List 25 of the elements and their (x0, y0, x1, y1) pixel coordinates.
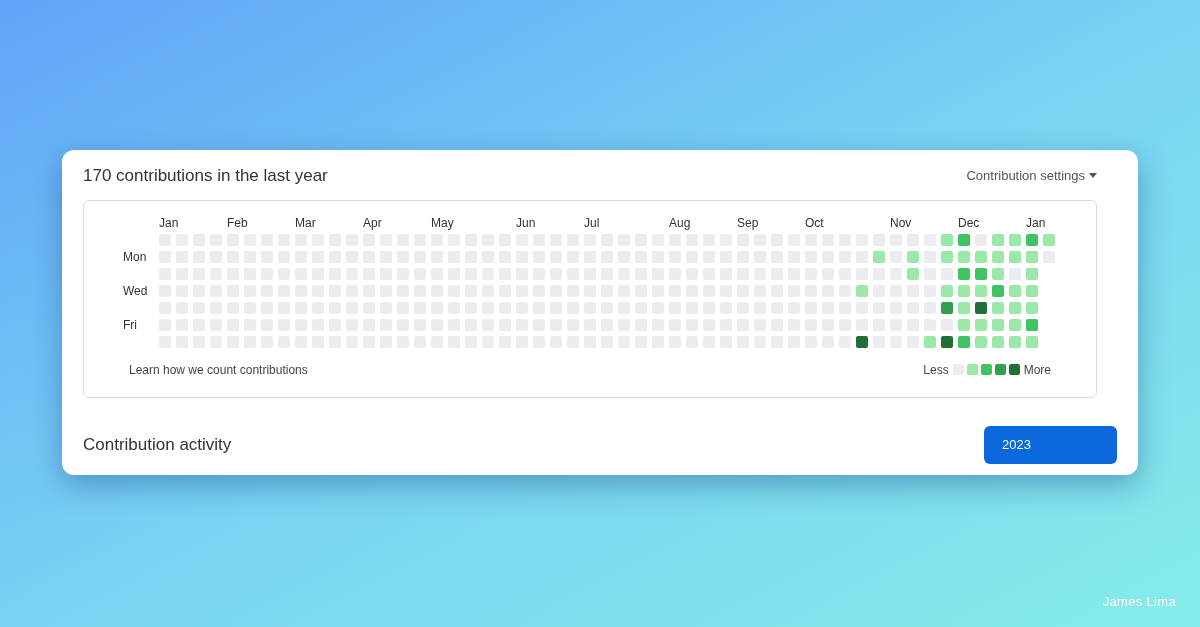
month-label: Jan (159, 215, 179, 230)
contributions-heading: 170 contributions in the last year (83, 165, 328, 187)
weekday-label: Mon (123, 250, 147, 263)
caret-down-icon (1089, 173, 1097, 179)
month-label: Sep (737, 215, 759, 230)
month-label: Feb (227, 215, 248, 230)
weekday-label: Wed (123, 284, 148, 297)
weekday-label: Fri (123, 318, 137, 331)
legend-more-label: More (1023, 361, 1051, 379)
month-label: Aug (669, 215, 691, 230)
contribution-settings-dropdown[interactable]: Contribution settings (966, 166, 1097, 186)
month-label: Mar (295, 215, 316, 230)
month-label: Nov (890, 215, 912, 230)
legend-less-label: Less (923, 361, 949, 379)
month-label: Jun (516, 215, 536, 230)
month-label: Oct (805, 215, 824, 230)
activity-heading: Contribution activity (83, 433, 232, 456)
month-label: May (431, 215, 454, 230)
year-button[interactable]: 2023 (984, 425, 1117, 464)
month-label: Dec (958, 215, 980, 230)
month-label: Apr (363, 215, 382, 230)
learn-contributions-link[interactable]: Learn how we count contributions (129, 360, 308, 379)
month-label: Jan (1026, 215, 1046, 230)
author-credit: James Lima (1102, 593, 1176, 611)
month-label: Jul (584, 215, 600, 230)
